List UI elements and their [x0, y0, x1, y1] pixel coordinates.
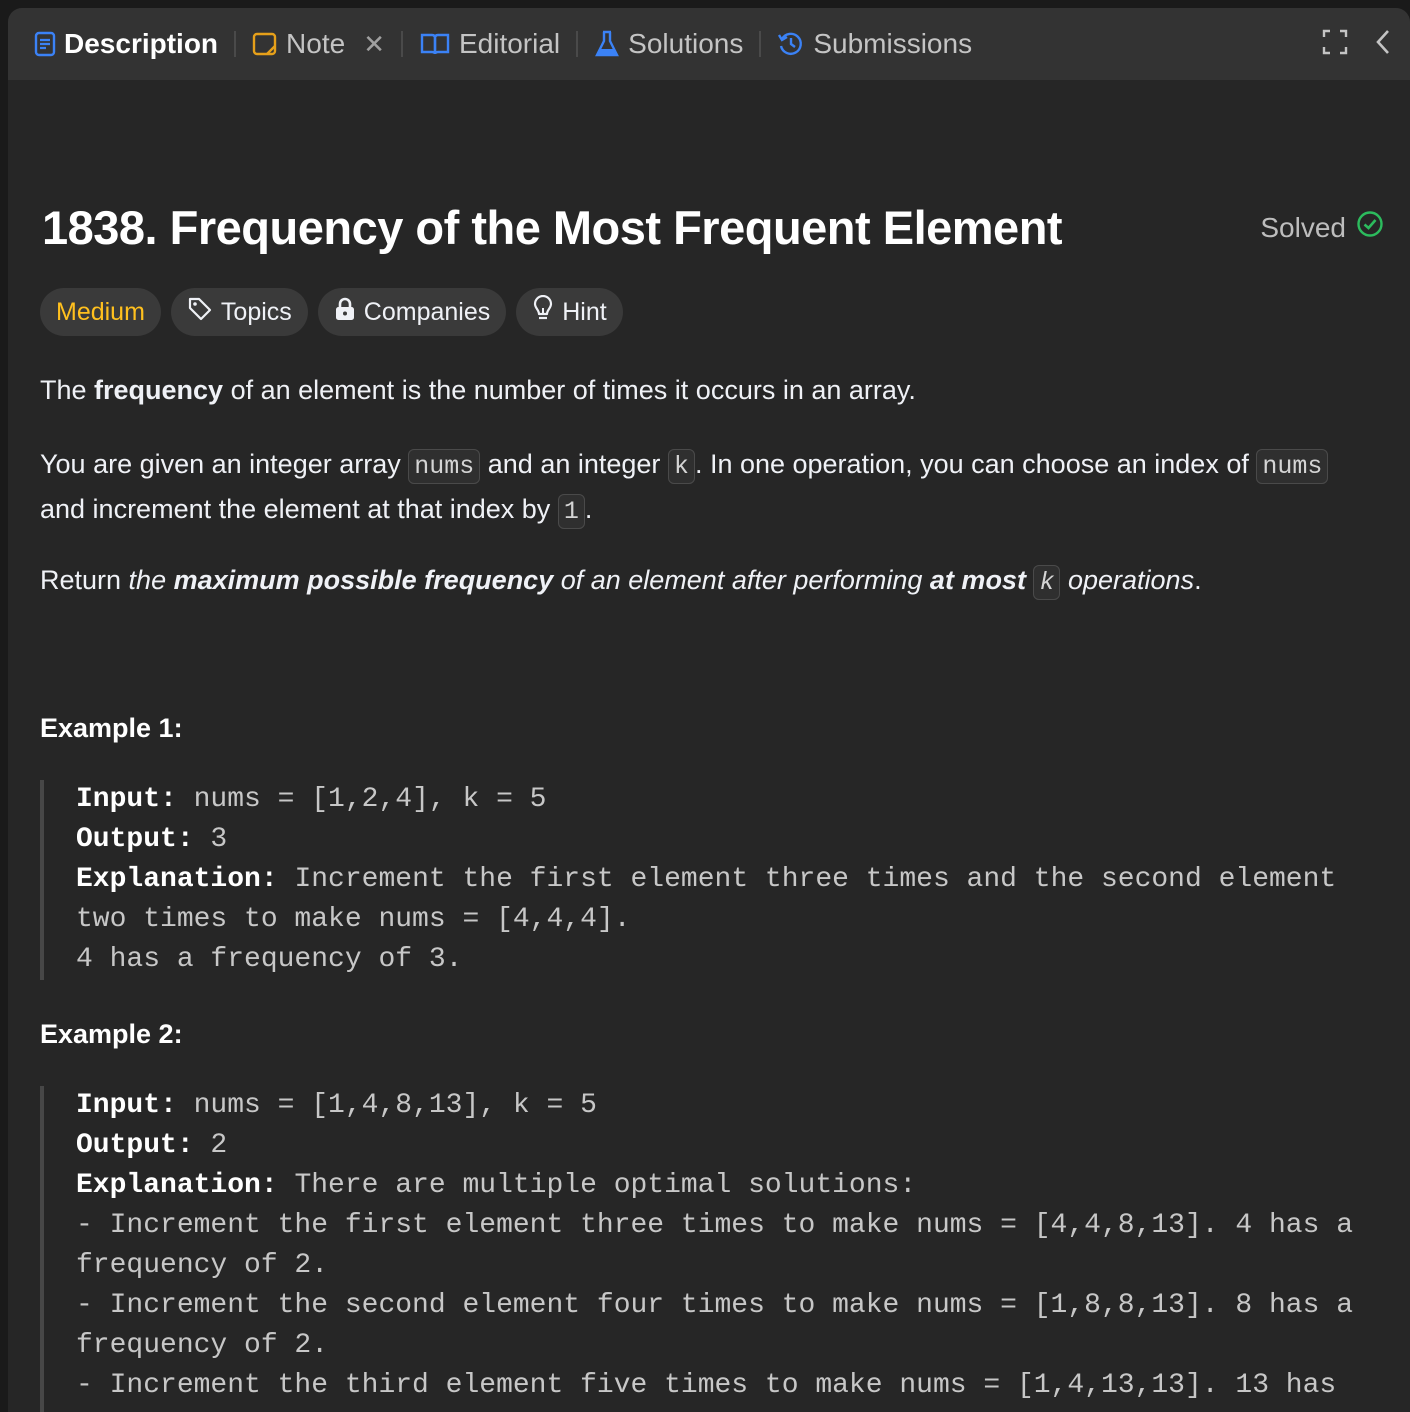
text: and increment the element at that index …: [40, 494, 558, 524]
tab-note-label: Note: [286, 28, 346, 59]
tab-bar: Description Note ✕ Editorial Solutions S…: [8, 8, 1410, 80]
inline-code: 1: [557, 494, 585, 529]
history-icon: [777, 30, 805, 58]
output-label: Output:: [76, 824, 194, 855]
input-label: Input:: [76, 1090, 177, 1121]
explanation-label: Explanation:: [76, 864, 278, 895]
difficulty-badge: Medium: [40, 288, 161, 336]
lock-icon: [334, 296, 356, 329]
bold-text: frequency: [94, 375, 224, 405]
description-paragraph-1: The frequency of an element is the numbe…: [40, 369, 1380, 411]
description-paragraph-3: Return the maximum possible frequency of…: [40, 559, 1380, 604]
tab-description-label: Description: [64, 28, 219, 59]
companies-chip[interactable]: Companies: [317, 288, 507, 336]
tab-bar-actions: [1322, 8, 1392, 80]
inline-code: nums: [408, 449, 481, 484]
inline-code: nums: [1256, 449, 1329, 484]
output-label: Output:: [76, 1130, 194, 1161]
tab-divider: [759, 31, 762, 57]
example-2-title: Example 2:: [40, 1019, 183, 1049]
tab-editorial[interactable]: Editorial: [419, 8, 560, 80]
tab-solutions-label: Solutions: [628, 28, 744, 59]
tab-description[interactable]: Description: [34, 8, 218, 80]
flask-icon: [594, 30, 620, 58]
text: Return: [40, 565, 129, 595]
inline-code: k: [1033, 565, 1061, 600]
check-circle-icon: [1356, 210, 1384, 245]
example-1-block: Input: nums = [1,2,4], k = 5 Output: 3 E…: [40, 780, 1360, 980]
difficulty-label: Medium: [56, 297, 145, 326]
tab-divider: [234, 31, 237, 57]
text: of an element is the number of times it …: [223, 375, 916, 405]
tab-submissions-label: Submissions: [813, 28, 973, 59]
solved-status: Solved: [1260, 210, 1384, 245]
hint-chip[interactable]: Hint: [516, 288, 623, 336]
book-icon: [419, 31, 451, 57]
italic-text: operations: [1060, 565, 1195, 595]
example-2-block: Input: nums = [1,4,8,13], k = 5 Output: …: [40, 1086, 1360, 1412]
hint-label: Hint: [562, 297, 607, 326]
expand-icon[interactable]: [1322, 29, 1348, 60]
lightbulb-icon: [532, 294, 554, 330]
tab-solutions[interactable]: Solutions: [594, 8, 743, 80]
text: . In one operation, you can choose an in…: [694, 449, 1257, 479]
tab-note[interactable]: Note ✕: [252, 8, 385, 80]
problem-tags: Medium Topics Companies Hint: [40, 288, 623, 336]
inline-code: k: [667, 449, 695, 484]
problem-panel: Description Note ✕ Editorial Solutions S…: [8, 8, 1410, 1412]
solved-label: Solved: [1260, 211, 1346, 243]
input-value: nums = [1,2,4], k = 5: [176, 784, 547, 815]
text: .: [1194, 565, 1202, 595]
text: .: [584, 494, 593, 524]
example-1-title: Example 1:: [40, 713, 183, 743]
description-paragraph-2: You are given an integer array nums and …: [40, 443, 1380, 533]
output-value: 2: [193, 1130, 228, 1161]
bold-italic-text: at most: [929, 565, 1026, 595]
tab-divider: [576, 31, 579, 57]
input-label: Input:: [76, 784, 177, 815]
tag-icon: [187, 296, 213, 329]
close-icon[interactable]: ✕: [363, 29, 385, 60]
description-icon: [34, 31, 56, 57]
italic-text: the: [128, 565, 174, 595]
companies-label: Companies: [363, 297, 491, 326]
chevron-left-icon[interactable]: [1374, 28, 1392, 61]
note-icon: [252, 31, 278, 57]
text: The: [40, 375, 95, 405]
input-value: nums = [1,4,8,13], k = 5: [176, 1090, 597, 1121]
explanation-text: There are multiple optimal solutions: - …: [76, 1170, 1354, 1412]
tab-divider: [400, 31, 403, 57]
output-value: 3: [193, 824, 228, 855]
problem-title[interactable]: 1838. Frequency of the Most Frequent Ele…: [42, 200, 1063, 255]
italic-text: of an element after performing: [553, 565, 930, 595]
topics-label: Topics: [220, 297, 292, 326]
text: You are given an integer array: [40, 449, 409, 479]
text: and an integer: [480, 449, 668, 479]
topics-chip[interactable]: Topics: [170, 288, 308, 336]
bold-italic-text: maximum possible frequency: [173, 565, 554, 595]
tab-submissions[interactable]: Submissions: [777, 8, 972, 80]
explanation-label: Explanation:: [76, 1170, 278, 1201]
tab-editorial-label: Editorial: [458, 28, 561, 59]
